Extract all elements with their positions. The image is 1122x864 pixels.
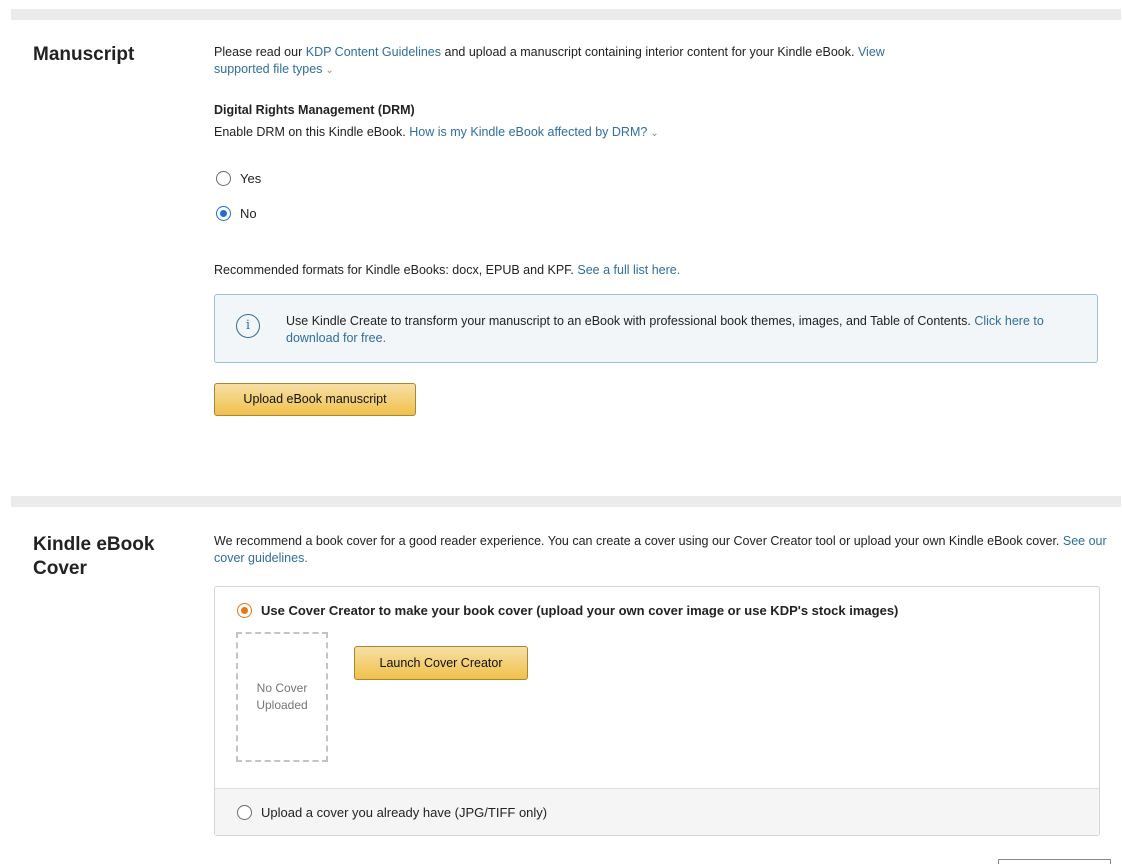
cover-options-box: Use Cover Creator to make your book cove… (214, 586, 1100, 836)
drm-heading: Digital Rights Management (DRM) (214, 103, 415, 117)
manuscript-intro-text-2: and upload a manuscript containing inter… (441, 45, 858, 59)
launch-cover-creator-button[interactable]: Launch Cover Creator (354, 646, 528, 680)
cover-intro-text: We recommend a book cover for a good rea… (214, 534, 1063, 548)
drm-link-label: How is my Kindle eBook affected by DRM? (409, 125, 648, 139)
upload-cover-option-label: Upload a cover you already have (JPG/TIF… (261, 805, 548, 820)
drm-option-yes[interactable]: Yes (216, 171, 261, 186)
upload-ebook-manuscript-button[interactable]: Upload eBook manuscript (214, 383, 416, 416)
cover-title-line2: Cover (33, 558, 87, 579)
kindle-create-info-box: i Use Kindle Create to transform your ma… (214, 294, 1098, 363)
view-link-line2: supported file types (214, 62, 323, 76)
kdp-content-guidelines-link[interactable]: KDP Content Guidelines (306, 45, 441, 59)
cover-section-title: Kindle eBook Cover (33, 533, 154, 581)
cover-intro: We recommend a book cover for a good rea… (214, 533, 1114, 567)
recommended-formats: Recommended formats for Kindle eBooks: d… (214, 262, 680, 279)
cover-option-creator[interactable]: Use Cover Creator to make your book cove… (237, 603, 898, 618)
drm-option-no[interactable]: No (216, 206, 257, 221)
info-text: Use Kindle Create to transform your manu… (286, 313, 1076, 347)
info-text-body: Use Kindle Create to transform your manu… (286, 314, 975, 328)
info-icon: i (236, 314, 260, 338)
placeholder-line2: Uploaded (256, 698, 308, 712)
radio-cover-creator[interactable] (237, 603, 252, 618)
drm-text: Enable DRM on this Kindle eBook. (214, 125, 410, 139)
section-divider-middle (11, 496, 1121, 507)
radio-yes-label: Yes (240, 171, 262, 186)
partial-element-bottom-right (998, 859, 1111, 864)
cover-creator-option-label: Use Cover Creator to make your book cove… (261, 603, 899, 618)
drm-description: Enable DRM on this Kindle eBook. How is … (214, 124, 659, 142)
chevron-down-icon: ⌄ (325, 65, 334, 76)
manuscript-section-title: Manuscript (33, 44, 135, 65)
no-cover-placeholder: No Cover Uploaded (236, 632, 328, 762)
radio-no-label: No (240, 206, 257, 221)
cover-option-upload[interactable]: Upload a cover you already have (JPG/TIF… (237, 805, 547, 820)
radio-upload-cover[interactable] (237, 805, 252, 820)
chevron-down-icon: ⌄ (650, 128, 659, 139)
radio-no[interactable] (216, 206, 231, 221)
radio-yes[interactable] (216, 171, 231, 186)
cover-title-line1: Kindle eBook (33, 534, 155, 555)
manuscript-intro-text: Please read our (214, 45, 306, 59)
upload-cover-option-row: Upload a cover you already have (JPG/TIF… (215, 788, 1099, 835)
drm-help-link[interactable]: How is my Kindle eBook affected by DRM? ⌄ (409, 125, 658, 139)
section-divider-top (11, 9, 1121, 20)
view-link-line1: View (857, 45, 885, 59)
formats-text: Recommended formats for Kindle eBooks: d… (214, 263, 578, 277)
manuscript-intro: Please read our KDP Content Guidelines a… (214, 44, 1074, 79)
see-full-list-link[interactable]: See a full list here. (577, 263, 680, 277)
placeholder-line1: No Cover (256, 681, 308, 695)
